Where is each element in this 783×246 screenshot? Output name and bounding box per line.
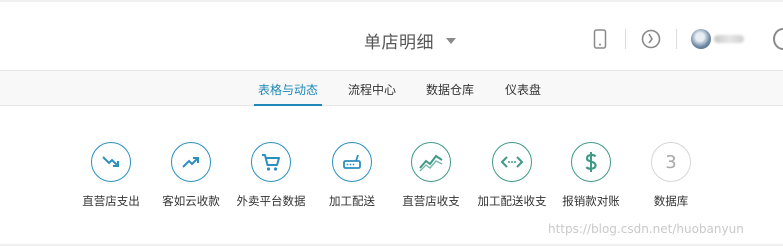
tile-takeout-platform-data[interactable]: 外卖平台数据 (230, 142, 314, 212)
avatar[interactable] (691, 29, 711, 49)
tile-database[interactable]: 3 数据库 (630, 142, 714, 212)
number-badge: 3 (651, 142, 691, 182)
exchange-icon (492, 142, 532, 182)
trend-down-icon (91, 142, 131, 182)
tab-data-warehouse[interactable]: 数据仓库 (426, 71, 474, 105)
tile-label: 加工配送收支 (477, 194, 547, 208)
tile-label: 加工配送 (329, 194, 375, 208)
tile-label: 直营店支出 (82, 194, 140, 208)
tab-process-center[interactable]: 流程中心 (348, 71, 396, 105)
watermark: https://blog.csdn.net/huobanyun (548, 222, 744, 236)
tile-processing-delivery-income[interactable]: 加工配送收支 (471, 142, 555, 212)
page-title-dropdown[interactable]: 单店明细 (364, 26, 456, 54)
tile-label: 直营店收支 (402, 194, 460, 208)
tab-bar: 表格与动态 流程中心 数据仓库 仪表盘 (0, 70, 783, 106)
tile-label: 外卖平台数据 (236, 194, 306, 208)
divider (625, 29, 626, 49)
tile-label: 报销款对账 (562, 194, 620, 208)
tile-label: 数据库 (653, 194, 689, 208)
tab-dashboard[interactable]: 仪表盘 (505, 71, 541, 105)
tab-table-dynamic[interactable]: 表格与动态 (253, 71, 323, 106)
header: 单店明细 (0, 2, 783, 70)
router-icon (332, 142, 372, 182)
dollar-icon (571, 142, 611, 182)
app-frame: 单店明细 表格与动态 流程中心 数据仓库 仪表盘 直营店支出 客如云收款 外卖平… (0, 2, 783, 244)
trend-up-icon (171, 142, 211, 182)
chart-line-icon (411, 142, 451, 182)
tile-processing-delivery[interactable]: 加工配送 (311, 142, 395, 212)
user-icon[interactable] (773, 28, 783, 50)
clock-icon[interactable] (641, 28, 661, 50)
tile-reimbursement-reconciliation[interactable]: 报销款对账 (550, 142, 634, 212)
chevron-down-icon (446, 38, 456, 44)
divider (676, 29, 677, 49)
phone-icon[interactable] (590, 28, 610, 50)
cart-icon (251, 142, 291, 182)
tile-label: 客如云收款 (162, 194, 220, 208)
tile-keruyun-payments[interactable]: 客如云收款 (150, 142, 234, 212)
user-name (714, 35, 744, 43)
page-title: 单店明细 (364, 32, 434, 53)
tile-direct-store-income-expense[interactable]: 直营店收支 (390, 142, 474, 212)
tile-direct-store-expense[interactable]: 直营店支出 (70, 142, 154, 212)
